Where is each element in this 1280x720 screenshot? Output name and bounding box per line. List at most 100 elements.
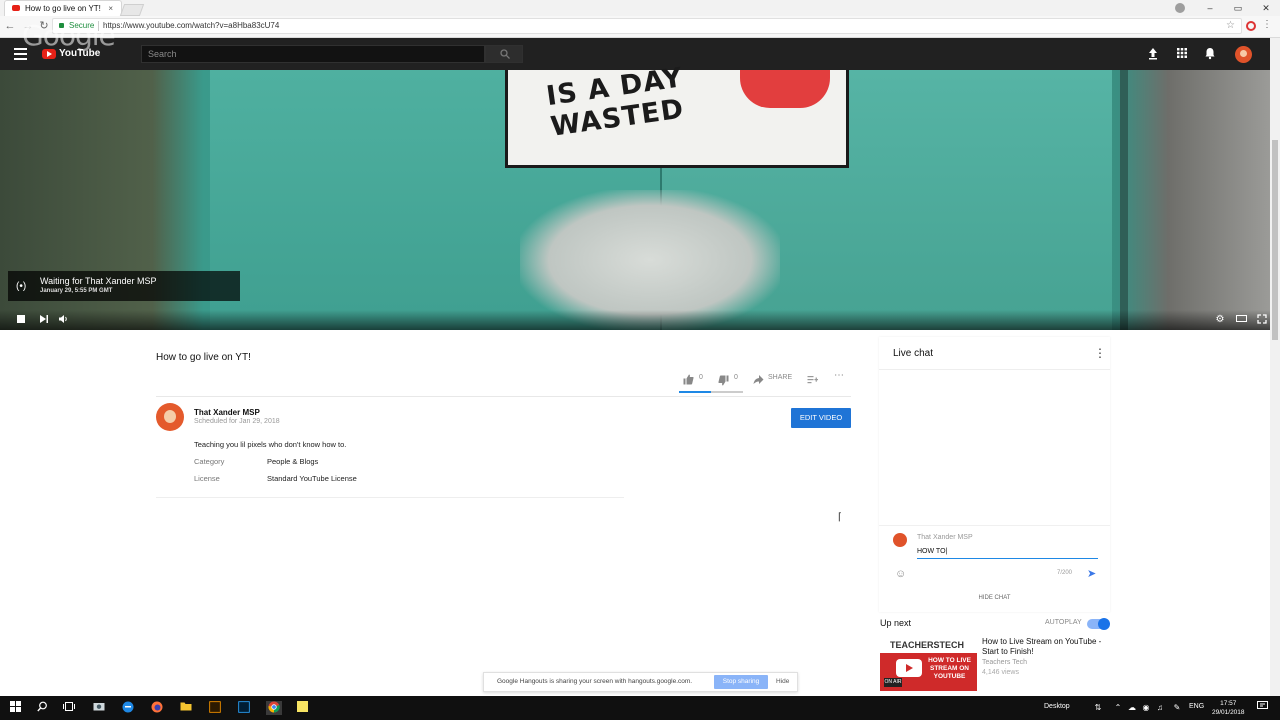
scheduled-date: Scheduled for Jan 29, 2018 [194, 418, 280, 425]
theater-mode-icon[interactable] [1235, 314, 1247, 326]
settings-gear-icon[interactable]: ⚙ [1214, 314, 1226, 326]
network-icon[interactable]: ⇅ [1091, 701, 1105, 715]
show-hidden-icons-icon[interactable]: ⌃ [1111, 701, 1125, 715]
up-next-label: Up next [880, 618, 912, 628]
edit-video-button[interactable]: EDIT VIDEO [791, 408, 851, 428]
video-title: How to go live on YT! [156, 352, 251, 363]
share-label[interactable]: SHARE [768, 372, 792, 384]
meta-license-value: Standard YouTube License [267, 474, 357, 483]
share-arrow-icon[interactable] [753, 372, 765, 384]
video-frame-figure [520, 190, 780, 330]
chat-user-name: That Xander MSP [917, 534, 973, 541]
like-count: 0 [699, 374, 703, 381]
firefox-icon[interactable] [150, 701, 164, 715]
pen-icon[interactable]: ✎ [1170, 701, 1184, 715]
thumbnail-badge: ON AIR [884, 678, 902, 687]
profile-icon[interactable] [1175, 3, 1185, 13]
next-icon[interactable] [38, 314, 50, 326]
chat-message-input[interactable]: HOW TO| [917, 547, 1098, 559]
stop-icon[interactable] [15, 314, 27, 326]
autoplay-toggle[interactable] [1087, 618, 1110, 630]
up-next-channel: Teachers Tech [982, 659, 1028, 666]
browser-tab-title: How to go live on YT! [25, 4, 101, 13]
youtube-favicon-icon [12, 5, 20, 11]
live-waiting-title: Waiting for That Xander MSP [40, 276, 157, 286]
tab-close-icon[interactable]: × [108, 1, 113, 16]
send-icon[interactable]: ➤ [1087, 567, 1096, 580]
fullscreen-icon[interactable] [1256, 314, 1268, 326]
file-explorer-icon[interactable] [179, 701, 193, 715]
title-divider [156, 396, 851, 397]
meta-license-key: License [194, 474, 220, 483]
up-next-thumbnail[interactable]: TEACHERSTECH HOW TO LIVE STREAM ON YOUTU… [880, 637, 977, 691]
clock-time: 17:57 [1220, 700, 1237, 707]
action-center-icon[interactable] [1255, 701, 1269, 715]
hide-sharing-bar-button[interactable]: Hide [776, 678, 789, 685]
youtube-logo-text[interactable]: YouTube [59, 48, 100, 59]
sticky-notes-icon[interactable] [295, 701, 309, 715]
search-taskbar-icon[interactable] [35, 701, 49, 715]
emoji-icon[interactable]: ☺ [895, 568, 906, 580]
youtube-logo-icon[interactable] [42, 49, 56, 59]
bookmark-star-icon[interactable]: ☆ [1226, 19, 1235, 33]
video-description: Teaching you lil pixels who don't know h… [194, 440, 347, 449]
live-chat-title: Live chat [893, 348, 934, 359]
wifi-icon[interactable]: ◉ [1139, 701, 1153, 715]
video-frame-heart [740, 70, 830, 108]
search-button[interactable] [485, 45, 523, 63]
stop-sharing-button[interactable]: Stop sharing [714, 675, 768, 689]
live-broadcast-icon: (•) [16, 281, 27, 292]
address-bar[interactable]: Secure https://www.youtube.com/watch?v=a… [52, 18, 1242, 34]
chat-menu-icon[interactable]: ⋮ [1094, 346, 1106, 360]
edge-browser-icon[interactable] [121, 701, 135, 715]
thumbnail-brand: TEACHERSTECH [890, 640, 965, 650]
minimize-button[interactable]: – [1196, 0, 1224, 16]
meta-category-value[interactable]: People & Blogs [267, 457, 318, 466]
up-next-video-title[interactable]: How to Live Stream on YouTube - Start to… [982, 637, 1106, 656]
maximize-button[interactable]: ▭ [1224, 0, 1252, 16]
autoplay-label: AUTOPLAY [1045, 619, 1082, 626]
chrome-taskbar-icon[interactable] [266, 701, 282, 715]
close-window-button[interactable]: ✕ [1252, 0, 1280, 16]
more-actions-icon[interactable]: ⋯ [834, 370, 844, 382]
thumbnail-text: HOW TO LIVE STREAM ON YOUTUBE [928, 657, 971, 680]
volume-icon[interactable] [57, 314, 69, 326]
language-indicator[interactable]: ENG [1189, 703, 1204, 710]
search-icon [500, 49, 510, 59]
browser-tab[interactable]: How to go live on YT! × [4, 0, 122, 16]
onedrive-icon[interactable]: ☁ [1125, 701, 1139, 715]
camera-app-icon[interactable] [92, 701, 106, 715]
task-view-icon[interactable] [62, 701, 76, 715]
hide-chat-button[interactable]: HIDE CHAT [879, 595, 1110, 601]
chat-char-count: 7/200 [1057, 570, 1073, 576]
account-avatar[interactable] [1235, 46, 1252, 63]
channel-avatar[interactable] [156, 403, 184, 431]
desktop-toolbar-label[interactable]: Desktop [1044, 703, 1070, 710]
scrollbar-thumb[interactable] [1272, 140, 1278, 340]
video-frame-pole [1120, 70, 1128, 330]
notifications-bell-icon[interactable] [1203, 46, 1219, 62]
upload-icon[interactable] [1146, 46, 1162, 62]
search-input[interactable]: Search [141, 45, 485, 63]
illustrator-icon[interactable] [208, 701, 222, 715]
chrome-extension-icon[interactable] [1246, 21, 1256, 31]
channel-name[interactable]: That Xander MSP [194, 408, 260, 417]
windows-start-icon[interactable] [8, 701, 22, 715]
like-thumb-up-icon[interactable] [683, 372, 695, 385]
chat-input-area [879, 525, 1110, 606]
chat-header-divider [879, 369, 1110, 370]
photoshop-icon[interactable] [237, 701, 251, 715]
add-to-playlist-icon[interactable] [807, 372, 819, 384]
taskbar-clock[interactable]: 17:57 29/01/2018 [1212, 699, 1245, 717]
thumbnail-play-icon [896, 659, 922, 677]
browser-tab-strip [0, 0, 1280, 16]
screen-sharing-message: Google Hangouts is sharing your screen w… [497, 678, 693, 685]
description-divider [156, 497, 624, 498]
like-ratio-bar [679, 391, 743, 393]
page-scrollbar[interactable] [1270, 38, 1280, 696]
dislike-thumb-down-icon[interactable] [718, 373, 730, 386]
back-arrow-icon[interactable]: ← [2, 18, 18, 34]
volume-taskbar-icon[interactable]: ♫ [1153, 701, 1167, 715]
apps-grid-icon[interactable] [1175, 46, 1191, 62]
chrome-menu-icon[interactable]: ⋮ [1262, 19, 1272, 30]
